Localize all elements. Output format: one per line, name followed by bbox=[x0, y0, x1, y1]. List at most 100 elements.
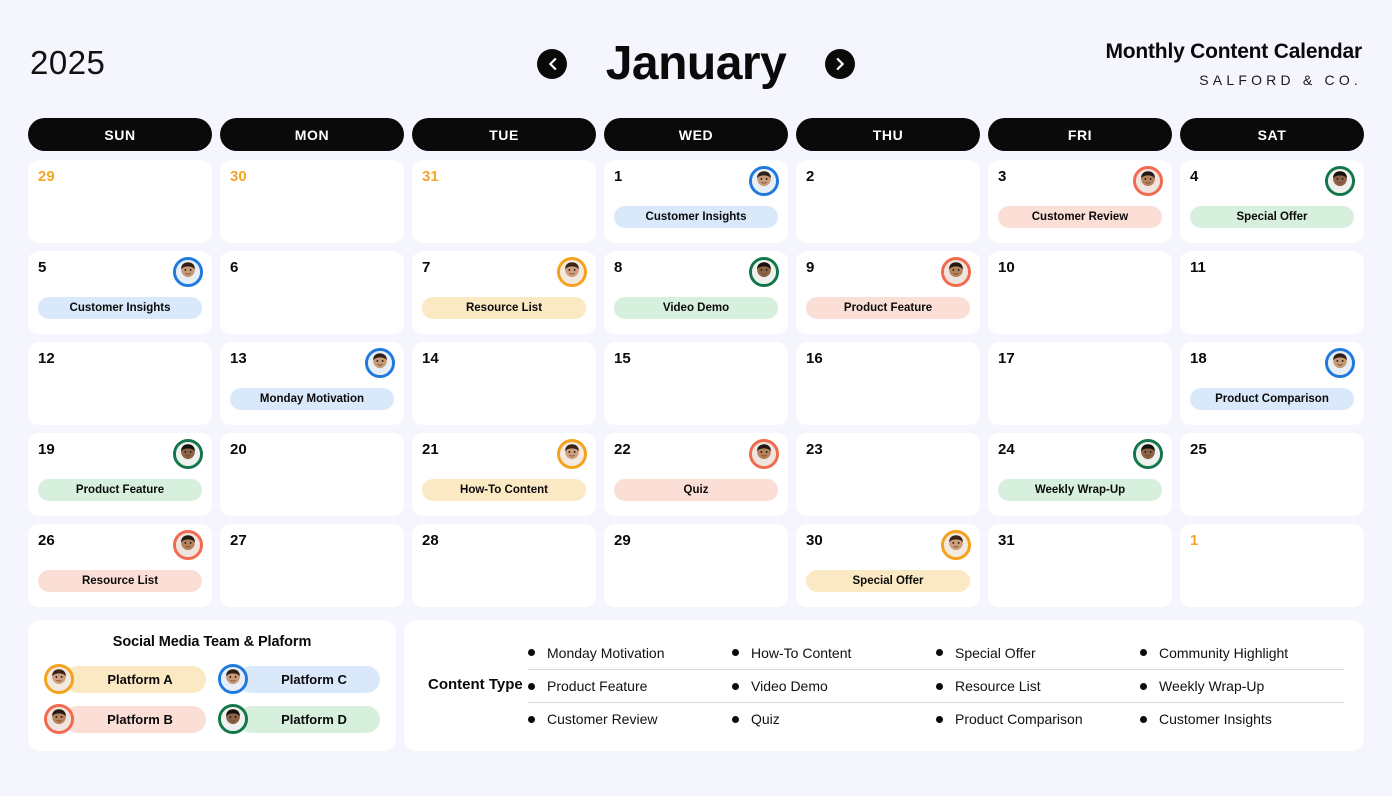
content-type-item[interactable]: Customer Insights bbox=[1140, 711, 1344, 727]
day-number: 1 bbox=[1190, 532, 1199, 549]
content-type-text: Weekly Wrap-Up bbox=[1159, 678, 1265, 694]
calendar-day-cell[interactable]: 28 bbox=[412, 524, 596, 607]
team-legend-item[interactable]: Platform D bbox=[218, 704, 380, 734]
event-pill[interactable]: Video Demo bbox=[614, 297, 778, 319]
calendar-header: 2025 January Monthly Content Calendar SA… bbox=[28, 0, 1364, 118]
calendar-day-cell[interactable]: 27 bbox=[220, 524, 404, 607]
content-type-item[interactable]: Resource List bbox=[936, 678, 1140, 694]
avatar[interactable] bbox=[1325, 348, 1355, 378]
calendar-day-cell[interactable]: 2 bbox=[796, 160, 980, 243]
event-pill[interactable]: Resource List bbox=[422, 297, 586, 319]
event-pill[interactable]: Weekly Wrap-Up bbox=[998, 479, 1162, 501]
event-pill[interactable]: Special Offer bbox=[806, 570, 970, 592]
calendar-day-cell[interactable]: 12 bbox=[28, 342, 212, 425]
content-type-item[interactable]: Customer Review bbox=[528, 711, 732, 727]
event-pill[interactable]: Product Feature bbox=[38, 479, 202, 501]
event-pill[interactable]: Quiz bbox=[614, 479, 778, 501]
content-type-text: Product Comparison bbox=[955, 711, 1083, 727]
calendar-day-cell[interactable]: 15 bbox=[604, 342, 788, 425]
team-legend-item[interactable]: Platform A bbox=[44, 664, 206, 694]
avatar[interactable] bbox=[557, 439, 587, 469]
weekday-header-row: SUN MON TUE WED THU FRI SAT bbox=[28, 118, 1364, 151]
content-type-item[interactable]: Quiz bbox=[732, 711, 936, 727]
chevron-left-icon bbox=[548, 57, 556, 70]
team-legend-item[interactable]: Platform C bbox=[218, 664, 380, 694]
calendar-day-cell[interactable]: 13 Monday Motivation bbox=[220, 342, 404, 425]
bullet-icon bbox=[936, 682, 943, 690]
calendar-day-cell[interactable]: 14 bbox=[412, 342, 596, 425]
avatar[interactable] bbox=[941, 530, 971, 560]
calendar-day-cell[interactable]: 20 bbox=[220, 433, 404, 516]
content-type-item[interactable]: Community Highlight bbox=[1140, 645, 1344, 661]
calendar-day-cell[interactable]: 25 bbox=[1180, 433, 1364, 516]
avatar[interactable] bbox=[1133, 439, 1163, 469]
calendar-day-cell[interactable]: 11 bbox=[1180, 251, 1364, 334]
calendar-day-cell[interactable]: 3 Customer Review bbox=[988, 160, 1172, 243]
calendar-day-cell[interactable]: 6 bbox=[220, 251, 404, 334]
event-pill[interactable]: Customer Review bbox=[998, 206, 1162, 228]
calendar-day-cell[interactable]: 18 Product Comparison bbox=[1180, 342, 1364, 425]
avatar[interactable] bbox=[749, 166, 779, 196]
event-pill[interactable]: Special Offer bbox=[1190, 206, 1354, 228]
avatar[interactable] bbox=[1133, 166, 1163, 196]
content-type-item[interactable]: Product Feature bbox=[528, 678, 732, 694]
calendar-day-cell[interactable]: 26 Resource List bbox=[28, 524, 212, 607]
calendar-day-cell[interactable]: 1 bbox=[1180, 524, 1364, 607]
content-type-text: Community Highlight bbox=[1159, 644, 1289, 661]
calendar-day-cell[interactable]: 21 How-To Content bbox=[412, 433, 596, 516]
avatar[interactable] bbox=[941, 257, 971, 287]
avatar[interactable] bbox=[173, 257, 203, 287]
team-legend-card: Social Media Team & Plaform Platform A Pl… bbox=[28, 620, 396, 751]
content-type-item[interactable]: Special Offer bbox=[936, 645, 1140, 661]
event-pill[interactable]: Product Comparison bbox=[1190, 388, 1354, 410]
next-month-button[interactable] bbox=[825, 48, 855, 79]
weekday-header-sat: SAT bbox=[1180, 118, 1364, 151]
avatar[interactable] bbox=[173, 530, 203, 560]
content-type-item[interactable]: Product Comparison bbox=[936, 711, 1140, 727]
calendar-day-cell[interactable]: 29 bbox=[604, 524, 788, 607]
content-type-item[interactable]: Monday Motivation bbox=[528, 645, 732, 661]
avatar[interactable] bbox=[749, 257, 779, 287]
event-pill[interactable]: Monday Motivation bbox=[230, 388, 394, 410]
calendar-day-cell[interactable]: 9 Product Feature bbox=[796, 251, 980, 334]
content-type-item[interactable]: Weekly Wrap-Up bbox=[1140, 678, 1344, 694]
weekday-header-tue: TUE bbox=[412, 118, 596, 151]
day-number: 15 bbox=[614, 350, 631, 367]
calendar-day-cell[interactable]: 5 Customer Insights bbox=[28, 251, 212, 334]
calendar-day-cell[interactable]: 31 bbox=[412, 160, 596, 243]
avatar[interactable] bbox=[365, 348, 395, 378]
event-pill[interactable]: Product Feature bbox=[806, 297, 970, 319]
calendar-week-row: 5 Customer Insights 6 7 Resource List 8 Video … bbox=[28, 251, 1364, 334]
calendar-day-cell[interactable]: 1 Customer Insights bbox=[604, 160, 788, 243]
avatar[interactable] bbox=[1325, 166, 1355, 196]
calendar-day-cell[interactable]: 8 Video Demo bbox=[604, 251, 788, 334]
event-pill[interactable]: Resource List bbox=[38, 570, 202, 592]
content-type-text: Resource List bbox=[955, 678, 1041, 694]
calendar-day-cell[interactable]: 24 Weekly Wrap-Up bbox=[988, 433, 1172, 516]
calendar-day-cell[interactable]: 10 bbox=[988, 251, 1172, 334]
calendar-day-cell[interactable]: 23 bbox=[796, 433, 980, 516]
calendar-day-cell[interactable]: 29 bbox=[28, 160, 212, 243]
avatar[interactable] bbox=[749, 439, 779, 469]
calendar-day-cell[interactable]: 30 Special Offer bbox=[796, 524, 980, 607]
platform-label: Platform B bbox=[64, 705, 206, 733]
calendar-day-cell[interactable]: 19 Product Feature bbox=[28, 433, 212, 516]
avatar[interactable] bbox=[557, 257, 587, 287]
event-pill[interactable]: Customer Insights bbox=[38, 297, 202, 319]
event-pill[interactable]: How-To Content bbox=[422, 479, 586, 501]
event-pill[interactable]: Customer Insights bbox=[614, 206, 778, 228]
content-type-item[interactable]: Video Demo bbox=[732, 678, 936, 694]
calendar-day-cell[interactable]: 4 Special Offer bbox=[1180, 160, 1364, 243]
prev-month-button[interactable] bbox=[537, 48, 567, 79]
calendar-day-cell[interactable]: 7 Resource List bbox=[412, 251, 596, 334]
calendar-day-cell[interactable]: 22 Quiz bbox=[604, 433, 788, 516]
bullet-icon bbox=[732, 649, 739, 656]
content-type-item[interactable]: How-To Content bbox=[732, 645, 936, 661]
calendar-day-cell[interactable]: 30 bbox=[220, 160, 404, 243]
day-number: 2 bbox=[806, 168, 815, 185]
calendar-day-cell[interactable]: 31 bbox=[988, 524, 1172, 607]
avatar[interactable] bbox=[173, 439, 203, 469]
team-legend-item[interactable]: Platform B bbox=[44, 704, 206, 734]
calendar-day-cell[interactable]: 16 bbox=[796, 342, 980, 425]
calendar-day-cell[interactable]: 17 bbox=[988, 342, 1172, 425]
